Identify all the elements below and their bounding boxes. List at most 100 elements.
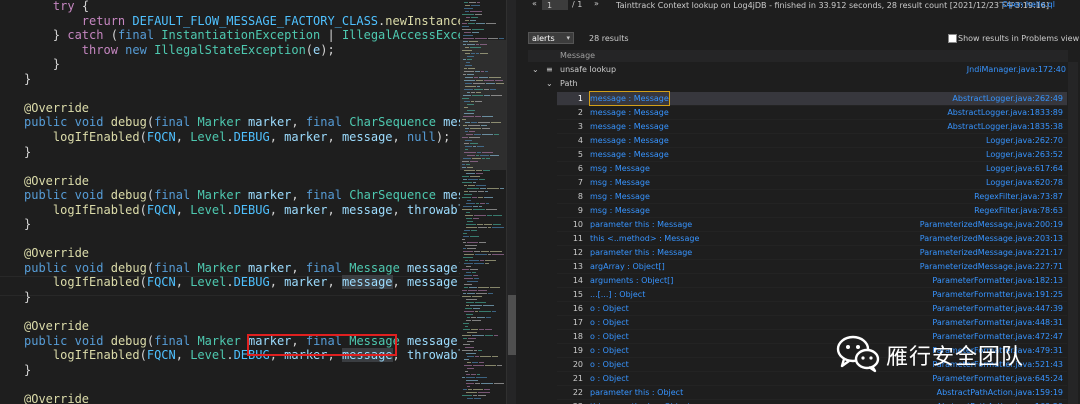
path-step-row[interactable]: 7 msg : Message Logger.java:620:78 — [557, 176, 1067, 190]
alert-row[interactable]: ⌄ ≡ unsafe lookup JndiManager.java:172:4… — [528, 63, 1068, 77]
path-step-row[interactable]: 5 message : Message Logger.java:263:52 — [557, 148, 1067, 162]
step-location-link[interactable]: ParameterFormatter.java:182:13 — [932, 274, 1063, 287]
step-location-link[interactable]: AbstractLogger.java:262:49 — [952, 92, 1063, 105]
path-step-row[interactable]: 13 argArray : Object[] ParameterizedMessag… — [557, 260, 1067, 274]
path-step-row[interactable]: 2 message : Message AbstractLogger.java:18… — [557, 106, 1067, 120]
chevron-down-icon[interactable]: ⌄ — [532, 63, 539, 77]
path-node-row[interactable]: ⌄ Path — [528, 77, 1068, 91]
column-header-message[interactable]: Message — [528, 50, 1068, 62]
path-step-row[interactable]: 16 o : Object ParameterFormatter.java:447:… — [557, 302, 1067, 316]
code-line[interactable]: logIfEnabled(FQCN, Level.DEBUG, marker, … — [24, 201, 460, 219]
code-line[interactable]: throw new IllegalStateException(e); — [24, 41, 335, 59]
step-message[interactable]: message : Message — [590, 148, 669, 161]
minimap-stroke — [481, 251, 489, 252]
step-location-link[interactable]: ParameterizedMessage.java:200:19 — [920, 218, 1063, 231]
step-message[interactable]: message : Message — [590, 134, 669, 147]
show-in-problems-label[interactable]: Show results in Problems view — [958, 34, 1079, 43]
minimap-stroke — [464, 152, 476, 153]
path-step-row[interactable]: 11 this <..method> : Message Parameterized… — [557, 232, 1067, 246]
step-location-link[interactable]: ParameterizedMessage.java:221:17 — [920, 246, 1063, 259]
path-step-row[interactable]: 12 parameter this : Message ParameterizedM… — [557, 246, 1067, 260]
step-message[interactable]: o : Object — [590, 372, 629, 385]
step-message[interactable]: message : Message — [589, 91, 670, 106]
path-step-row[interactable]: 9 msg : Message RegexFilter.java:78:63 — [557, 204, 1067, 218]
step-location-link[interactable]: RegexFilter.java:78:63 — [974, 204, 1063, 217]
code-line[interactable]: logIfEnabled(FQCN, Level.DEBUG, marker, … — [24, 128, 450, 146]
code-line[interactable]: } — [24, 143, 31, 161]
step-location-link[interactable]: ParameterizedMessage.java:227:71 — [920, 260, 1063, 273]
step-message[interactable]: parameter this : Message — [590, 246, 692, 259]
step-message[interactable]: o : Object — [590, 358, 629, 371]
step-message[interactable]: parameter this : Message — [590, 218, 692, 231]
minimap-stroke — [462, 161, 469, 162]
step-location-link[interactable]: RegexFilter.java:73:87 — [974, 190, 1063, 203]
show-in-problems-checkbox[interactable] — [948, 34, 957, 43]
minimap-stroke — [463, 293, 466, 294]
code-line[interactable]: } — [24, 215, 31, 233]
step-message[interactable]: this <..method> : Message — [590, 232, 699, 245]
page-number-input[interactable]: 1 — [542, 0, 568, 10]
step-number: 16 — [572, 304, 583, 313]
open-query-link[interactable]: Open hello.ql — [1002, 0, 1055, 9]
code-line[interactable]: } — [24, 288, 31, 306]
step-message[interactable]: ...[...] : Object — [590, 288, 645, 301]
step-location-link[interactable]: Logger.java:262:70 — [986, 134, 1063, 147]
path-step-row[interactable]: 6 msg : Message Logger.java:617:64 — [557, 162, 1067, 176]
chevron-down-icon[interactable]: ⌄ — [546, 77, 553, 91]
path-step-row[interactable]: 17 o : Object ParameterFormatter.java:448:… — [557, 316, 1067, 330]
step-location-link[interactable]: AbstractLogger.java:1833:89 — [947, 106, 1063, 119]
path-step-row[interactable]: 1 message : Message AbstractLogger.java:26… — [557, 91, 1067, 106]
code-line[interactable]: @Override — [24, 390, 89, 404]
minimap-stroke — [492, 356, 498, 357]
minimap-stroke — [463, 95, 471, 96]
step-message[interactable]: argArray : Object[] — [590, 260, 665, 273]
step-message[interactable]: o : Object — [590, 316, 629, 329]
path-step-row[interactable]: 8 msg : Message RegexFilter.java:73:87 — [557, 190, 1067, 204]
step-location-link[interactable]: ParameterFormatter.java:447:39 — [932, 302, 1063, 315]
next-page-icon[interactable]: » — [594, 0, 599, 8]
step-message[interactable]: o : Object — [590, 302, 629, 315]
step-message[interactable]: parameter this : Object — [590, 386, 683, 399]
editor-scrollbar-thumb[interactable] — [508, 295, 516, 355]
path-step-row[interactable]: 3 message : Message AbstractLogger.java:18… — [557, 120, 1067, 134]
step-message[interactable]: arguments : Object[] — [590, 274, 673, 287]
code-token: message — [341, 275, 393, 290]
path-step-row[interactable]: 4 message : Message Logger.java:262:70 — [557, 134, 1067, 148]
code-line[interactable]: } — [24, 361, 31, 379]
code-editor[interactable]: try { return DEFAULT_FLOW_MESSAGE_FACTOR… — [0, 0, 460, 404]
step-location-link[interactable]: ParameterizedMessage.java:203:13 — [920, 232, 1063, 245]
step-message[interactable]: msg : Message — [590, 162, 650, 175]
step-message[interactable]: o : Object — [590, 344, 629, 357]
path-step-row[interactable]: 22 parameter this : Object AbstractPathAct… — [557, 386, 1067, 400]
previous-page-icon[interactable]: « — [532, 0, 537, 8]
path-step-row[interactable]: 15 ...[...] : Object ParameterFormatter.ja… — [557, 288, 1067, 302]
result-set-select[interactable]: alerts ▾ — [528, 32, 574, 44]
step-message[interactable]: message : Message — [590, 106, 669, 119]
path-step-row[interactable]: 10 parameter this : Message ParameterizedM… — [557, 218, 1067, 232]
step-message[interactable]: this <..method> : Object — [590, 400, 690, 404]
code-line[interactable]: } — [24, 70, 31, 88]
step-location-link[interactable]: ParameterFormatter.java:191:25 — [932, 288, 1063, 301]
step-location-link[interactable]: AbstractLogger.java:1835:38 — [947, 120, 1063, 133]
minimap-stroke — [490, 89, 496, 90]
step-message[interactable]: o : Object — [590, 330, 629, 343]
code-line[interactable]: logIfEnabled(FQCN, Level.DEBUG, marker, … — [24, 273, 460, 291]
minimap-stroke — [480, 155, 489, 156]
minimap-stroke — [464, 365, 472, 366]
minimap[interactable] — [460, 0, 510, 404]
path-step-row[interactable]: 23 this <..method> : Object AbstractPathAc… — [557, 400, 1067, 404]
step-location-link[interactable]: AbstractPathAction.java:160:20 — [937, 400, 1063, 404]
step-location-link[interactable]: ParameterFormatter.java:448:31 — [932, 316, 1063, 329]
alert-location-link[interactable]: JndiManager.java:172:40 — [967, 63, 1066, 77]
path-step-row[interactable]: 14 arguments : Object[] ParameterFormatter… — [557, 274, 1067, 288]
step-message[interactable]: msg : Message — [590, 190, 650, 203]
step-location-link[interactable]: Logger.java:617:64 — [986, 162, 1063, 175]
step-message[interactable]: message : Message — [590, 120, 669, 133]
step-number: 22 — [572, 388, 583, 397]
step-location-link[interactable]: AbstractPathAction.java:159:19 — [937, 386, 1063, 399]
step-location-link[interactable]: Logger.java:620:78 — [986, 176, 1063, 189]
step-message[interactable]: msg : Message — [590, 176, 650, 189]
minimap-stroke — [464, 8, 473, 9]
step-message[interactable]: msg : Message — [590, 204, 650, 217]
step-location-link[interactable]: Logger.java:263:52 — [986, 148, 1063, 161]
